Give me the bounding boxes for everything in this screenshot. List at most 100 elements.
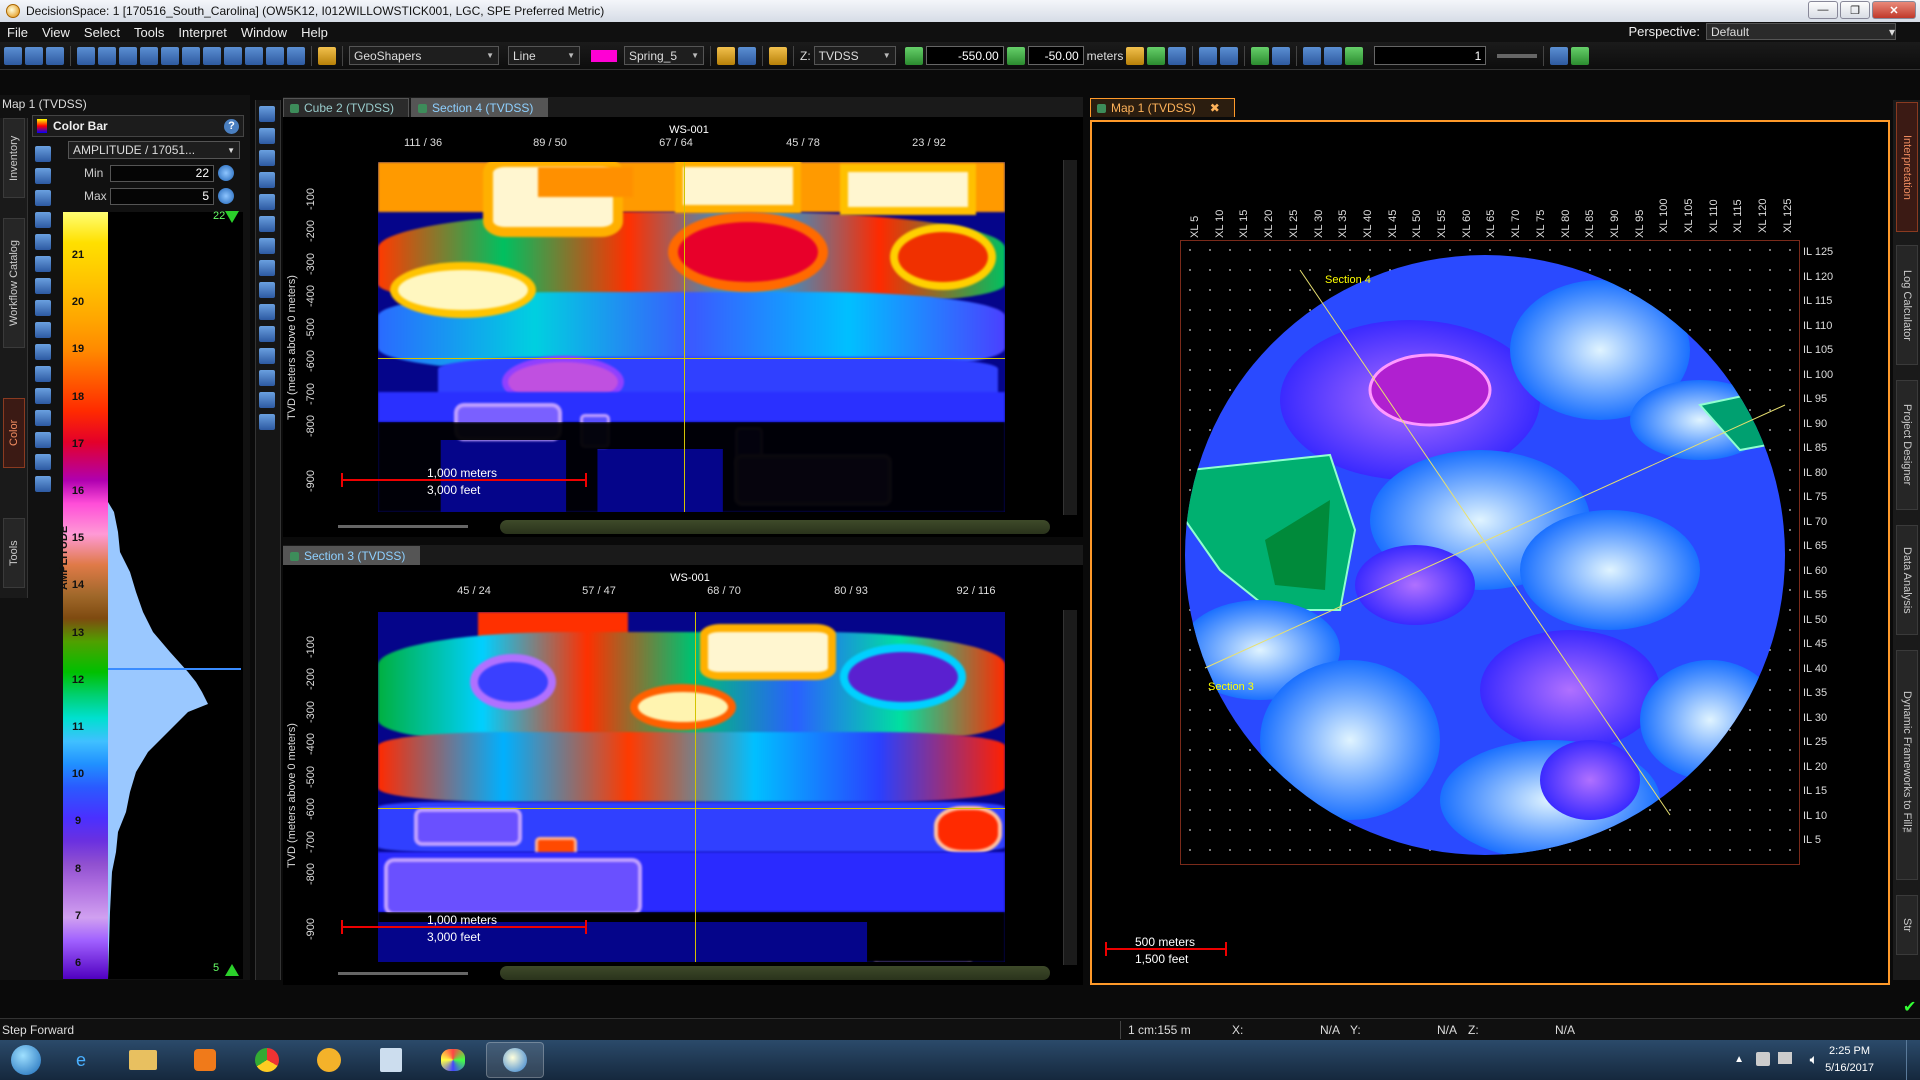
bottom-zoom-slider[interactable]	[338, 972, 468, 975]
top-section-vscroll[interactable]	[1063, 160, 1077, 515]
move-icon[interactable]	[182, 46, 200, 65]
crosshair-icon[interactable]	[1571, 46, 1590, 65]
page-input[interactable]: 1	[1374, 46, 1487, 65]
pick-icon[interactable]	[119, 46, 137, 65]
refresh-icon[interactable]	[35, 168, 51, 184]
geoshapers-select[interactable]: GeoShapers ▼	[349, 46, 499, 65]
fit-icon[interactable]	[259, 194, 275, 210]
horizon-icon[interactable]	[1345, 46, 1364, 65]
bottom-section-hscroll[interactable]	[500, 966, 1050, 980]
lock-icon[interactable]	[35, 388, 51, 404]
camera-icon[interactable]	[287, 46, 305, 65]
menu-help[interactable]: Help	[294, 25, 335, 40]
help-icon[interactable]: ?	[224, 119, 239, 134]
restore-button[interactable]: ❐	[1840, 1, 1870, 19]
window-icon[interactable]	[203, 46, 221, 65]
arrow-icon[interactable]	[35, 322, 51, 338]
rotate-icon[interactable]	[259, 172, 275, 188]
map-canvas[interactable]	[1180, 240, 1800, 865]
triangle-top-icon[interactable]	[225, 211, 239, 223]
close-tab-icon[interactable]: ✖	[1210, 101, 1220, 115]
tab-section-3[interactable]: Section 3 (TVDSS)	[283, 546, 421, 565]
line-color-swatch[interactable]	[591, 49, 617, 62]
bookmark-icon[interactable]	[1199, 46, 1218, 65]
z-step-input[interactable]: -50.00	[1027, 46, 1084, 65]
menu-view[interactable]: View	[35, 25, 77, 40]
section-4-image[interactable]	[378, 162, 1005, 512]
decisionspace-icon[interactable]	[486, 1042, 544, 1078]
tab-log-calculator[interactable]: Log Calculator	[1896, 245, 1918, 365]
min-input[interactable]: 22	[110, 164, 214, 182]
undo-icon[interactable]	[717, 46, 735, 65]
sun-icon[interactable]	[769, 46, 787, 65]
eraser-icon[interactable]	[1324, 46, 1343, 65]
zoom-window-icon[interactable]	[259, 150, 275, 166]
tab-section-4[interactable]: Section 4 (TVDSS)	[411, 98, 549, 117]
menu-tools[interactable]: Tools	[127, 25, 171, 40]
brush-icon[interactable]	[35, 344, 51, 360]
flip-icon[interactable]	[35, 278, 51, 294]
tab-interpretation[interactable]: Interpretation	[1896, 102, 1918, 232]
pencil-icon[interactable]	[1303, 46, 1322, 65]
tab-cube-2[interactable]: Cube 2 (TVDSS)	[283, 98, 410, 117]
globe-icon[interactable]	[161, 46, 179, 65]
tab-data-analysis[interactable]: Data Analysis	[1896, 525, 1918, 635]
draw-icon[interactable]	[259, 392, 275, 408]
z-domain-select[interactable]: TVDSS ▼	[813, 46, 896, 65]
tools-icon[interactable]	[1126, 46, 1145, 65]
transfer-icon[interactable]	[1168, 46, 1187, 65]
tab-map-1[interactable]: Map 1 (TVDSS) ✖	[1090, 98, 1235, 117]
redo-icon[interactable]	[35, 256, 51, 272]
z-start-input[interactable]: -550.00	[925, 46, 1004, 65]
measure-icon[interactable]	[259, 304, 275, 320]
colorbar-bottom-marker[interactable]: 5	[213, 962, 219, 974]
start-orb-icon[interactable]	[4, 1042, 48, 1078]
notepad-icon[interactable]	[362, 1042, 420, 1078]
layers-icon[interactable]	[259, 326, 275, 342]
home-icon[interactable]	[1147, 46, 1166, 65]
chart-icon[interactable]	[35, 432, 51, 448]
tab-workflow-catalog[interactable]: Workflow Catalog	[3, 218, 25, 348]
max-input[interactable]: 5	[110, 187, 214, 205]
bottom-section-vscroll[interactable]	[1063, 610, 1077, 965]
zoom-out-icon[interactable]	[259, 128, 275, 144]
app-yellow-icon[interactable]	[300, 1042, 358, 1078]
save-icon[interactable]	[46, 46, 64, 65]
cross-icon[interactable]	[259, 282, 275, 298]
monitor-icon[interactable]	[1778, 1052, 1792, 1064]
paint-icon[interactable]	[424, 1042, 482, 1078]
grid-lines-icon[interactable]	[1550, 46, 1569, 65]
bookmark-list-icon[interactable]	[1220, 46, 1239, 65]
undo-icon[interactable]	[35, 234, 51, 250]
display-icon[interactable]	[259, 348, 275, 364]
section-icon[interactable]	[259, 216, 275, 232]
media-player-icon[interactable]	[176, 1042, 234, 1078]
tray-arrow-icon[interactable]: ▲	[1734, 1054, 1744, 1065]
menu-window[interactable]: Window	[234, 25, 294, 40]
zoom-in-icon[interactable]	[259, 106, 275, 122]
close-button[interactable]: ✕	[1872, 1, 1916, 19]
colorbar-top-marker[interactable]: 22	[213, 210, 225, 222]
fill-icon[interactable]	[35, 366, 51, 382]
open-session-icon[interactable]	[25, 46, 43, 65]
opacity-slider[interactable]	[1497, 53, 1538, 58]
range-icon[interactable]	[35, 410, 51, 426]
volume-icon[interactable]: 🔈︎	[1810, 1051, 1818, 1068]
tab-dynamic-frameworks[interactable]: Dynamic Frameworks to Fill™	[1896, 650, 1918, 880]
new-session-icon[interactable]	[4, 46, 22, 65]
stack-icon[interactable]	[266, 46, 284, 65]
file-explorer-icon[interactable]	[114, 1042, 172, 1078]
tab-inventory[interactable]: Inventory	[3, 118, 25, 198]
play-icon[interactable]	[1006, 46, 1025, 65]
link-icon[interactable]	[1272, 46, 1291, 65]
step-back-icon[interactable]	[904, 46, 923, 65]
menu-file[interactable]: File	[0, 25, 35, 40]
document-icon[interactable]	[35, 212, 51, 228]
log-icon[interactable]	[35, 454, 51, 470]
max-refresh-icon[interactable]	[218, 188, 234, 204]
top-section-hscroll[interactable]	[500, 520, 1050, 534]
ruler-icon[interactable]	[140, 46, 158, 65]
tab-tools[interactable]: Tools	[3, 518, 25, 588]
gradient-icon[interactable]	[35, 300, 51, 316]
section-3-image[interactable]	[378, 612, 1005, 962]
